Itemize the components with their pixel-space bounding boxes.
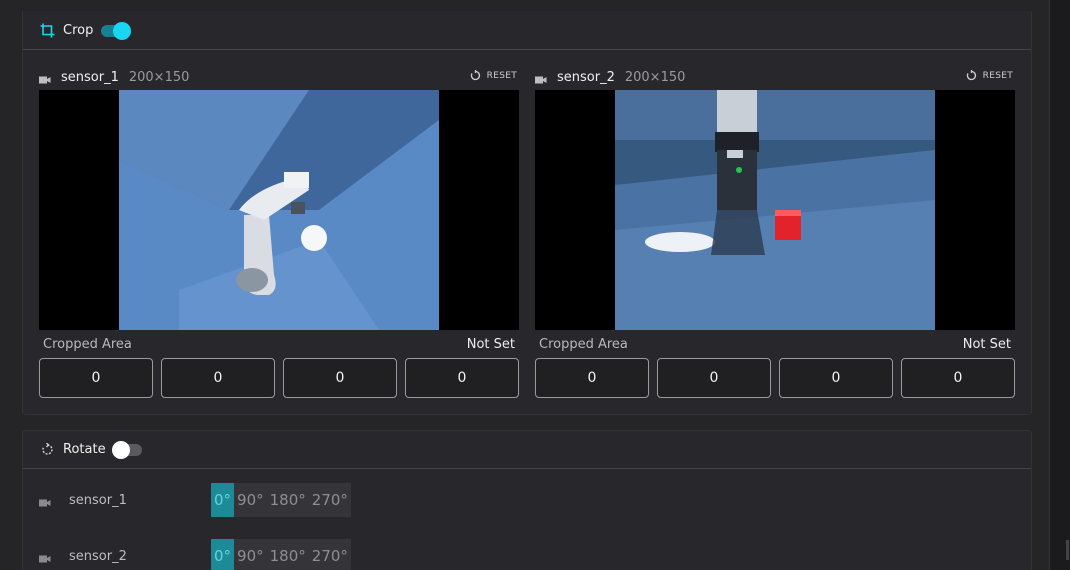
reset-icon (966, 70, 977, 81)
scrollbar[interactable] (1051, 0, 1070, 570)
cropped-area-row: Cropped Area Not Set (535, 330, 1015, 358)
crop-header: Crop (23, 12, 1031, 50)
rotation-option-180[interactable]: 180° (267, 483, 309, 517)
rotate-title: Rotate (63, 442, 106, 457)
crop-sensor-2: sensor_2 200×150 RESET Cropped Area Not … (535, 64, 1015, 398)
sensor-image (615, 90, 935, 330)
cropped-area-label: Cropped Area (539, 336, 628, 352)
crop-input-left[interactable]: 0 (657, 358, 771, 398)
rotation-selector: 0° 90° 180° 270° (211, 539, 351, 570)
video-camera-icon (535, 71, 547, 84)
reset-icon (470, 70, 481, 81)
rotate-row-sensor-1: sensor_1 0° 90° 180° 270° (39, 483, 351, 517)
crop-sensor-1: sensor_1 200×150 RESET Cropped Area Not … (39, 64, 519, 398)
cropped-area-row: Cropped Area Not Set (39, 330, 519, 358)
crop-status: Not Set (466, 336, 515, 352)
crop-input-right[interactable]: 0 (901, 358, 1015, 398)
crop-icon (39, 23, 55, 39)
scrollbar-thumb[interactable] (1066, 540, 1069, 560)
rotation-option-180[interactable]: 180° (267, 539, 309, 570)
reset-button[interactable]: RESET (966, 70, 1013, 81)
sensor-name: sensor_1 (61, 69, 119, 85)
rotation-option-270[interactable]: 270° (309, 483, 351, 517)
camera-preview[interactable] (535, 90, 1015, 330)
crop-panel: Crop sensor_1 200×150 RESET Cropped Area… (22, 11, 1032, 415)
reset-button[interactable]: RESET (470, 70, 517, 81)
reset-label: RESET (486, 70, 517, 81)
sensor-header: sensor_1 200×150 RESET (39, 64, 519, 90)
sensor-name: sensor_1 (69, 492, 127, 508)
crop-input-left[interactable]: 0 (161, 358, 275, 398)
rotate-header: Rotate (23, 431, 1031, 469)
reset-label: RESET (982, 70, 1013, 81)
crop-input-bottom[interactable]: 0 (283, 358, 397, 398)
toggle-knob (113, 21, 132, 40)
sensor-header: sensor_2 200×150 RESET (535, 64, 1015, 90)
sensor-name: sensor_2 (69, 548, 127, 564)
crop-input-top[interactable]: 0 (39, 358, 153, 398)
video-camera-icon (39, 71, 51, 84)
crop-inputs: 0 0 0 0 (39, 358, 519, 398)
video-camera-icon (39, 494, 51, 507)
crop-inputs: 0 0 0 0 (535, 358, 1015, 398)
toggle-knob (111, 440, 130, 459)
sensor-dimensions: 200×150 (624, 69, 686, 85)
rotation-selector: 0° 90° 180° 270° (211, 483, 351, 517)
cropped-area-label: Cropped Area (43, 336, 132, 352)
rotation-option-0[interactable]: 0° (211, 483, 235, 517)
settings-container: Crop sensor_1 200×150 RESET Cropped Area… (0, 0, 1050, 570)
rotate-icon (39, 442, 55, 458)
crop-input-right[interactable]: 0 (405, 358, 519, 398)
crop-toggle[interactable] (101, 21, 132, 40)
crop-input-bottom[interactable]: 0 (779, 358, 893, 398)
rotate-toggle[interactable] (111, 440, 142, 459)
rotation-option-90[interactable]: 90° (234, 483, 267, 517)
sensor-image (119, 90, 439, 330)
crop-status: Not Set (962, 336, 1011, 352)
video-camera-icon (39, 550, 51, 563)
camera-preview[interactable] (39, 90, 519, 330)
rotation-option-270[interactable]: 270° (309, 539, 351, 570)
rotation-option-0[interactable]: 0° (211, 539, 235, 570)
rotate-row-sensor-2: sensor_2 0° 90° 180° 270° (39, 539, 351, 570)
crop-input-top[interactable]: 0 (535, 358, 649, 398)
rotate-panel: Rotate sensor_1 0° 90° 180° 270° sensor_… (22, 430, 1032, 570)
rotation-option-90[interactable]: 90° (234, 539, 267, 570)
sensor-name: sensor_2 (557, 69, 615, 85)
crop-title: Crop (63, 23, 94, 38)
sensor-dimensions: 200×150 (128, 69, 190, 85)
